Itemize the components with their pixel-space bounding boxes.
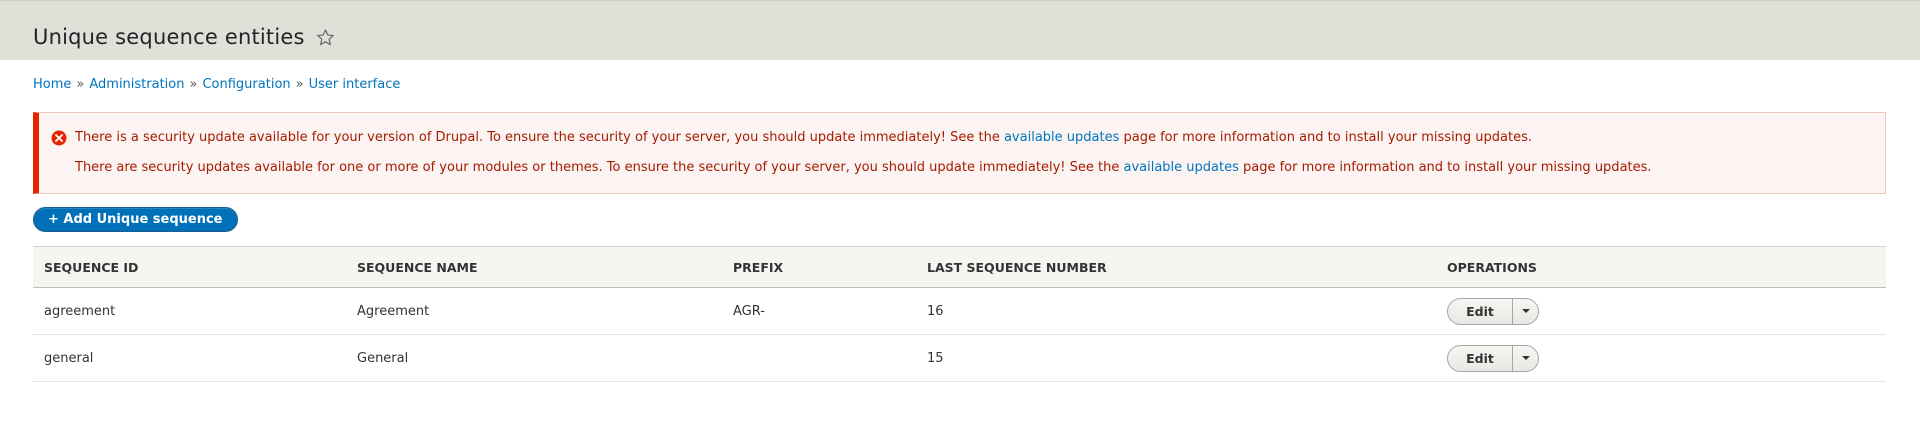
- breadcrumb-separator: »: [295, 77, 304, 92]
- cell-operations: Edit: [1436, 335, 1886, 382]
- breadcrumb-user-interface[interactable]: User interface: [309, 77, 401, 92]
- page-title: Unique sequence entities: [33, 25, 335, 49]
- dropbutton-toggle[interactable]: [1513, 346, 1538, 371]
- cell-operations: Edit: [1436, 288, 1886, 335]
- cell-sequence-name: General: [357, 350, 409, 366]
- available-updates-link[interactable]: available updates: [1123, 160, 1238, 175]
- breadcrumb-home[interactable]: Home: [33, 77, 71, 92]
- cell-last-sequence-number: 15: [927, 350, 944, 366]
- cell-sequence-id: general: [44, 350, 94, 366]
- cell-prefix: AGR-: [733, 303, 765, 319]
- breadcrumb-administration[interactable]: Administration: [89, 77, 184, 92]
- page-header: Unique sequence entities: [0, 0, 1920, 60]
- table-row: agreement Agreement AGR- 16 Edit: [33, 288, 1886, 335]
- cell-sequence-id: agreement: [44, 303, 116, 319]
- chevron-down-icon: [1521, 356, 1530, 360]
- operations-dropbutton: Edit: [1447, 297, 1539, 325]
- cell-sequence-name: Agreement: [357, 303, 430, 319]
- star-outline-icon[interactable]: [316, 28, 335, 47]
- security-message-modules: There are security updates available for…: [75, 160, 1652, 175]
- dropbutton-toggle[interactable]: [1513, 299, 1538, 324]
- cell-last-sequence-number: 16: [927, 303, 944, 319]
- column-header-operations: OPERATIONS: [1447, 259, 1537, 275]
- security-message-core: There is a security update available for…: [75, 130, 1532, 145]
- column-header-prefix: PREFIX: [733, 259, 784, 275]
- add-unique-sequence-button[interactable]: + Add Unique sequence: [33, 207, 238, 232]
- error-circle-icon: [51, 130, 67, 146]
- error-messages: There is a security update available for…: [33, 112, 1886, 194]
- chevron-down-icon: [1521, 309, 1530, 313]
- table-row: general General 15 Edit: [33, 335, 1886, 382]
- breadcrumb-separator: »: [189, 77, 198, 92]
- breadcrumb-configuration[interactable]: Configuration: [202, 77, 290, 92]
- message-text: There is a security update available for…: [75, 130, 1004, 145]
- cell-prefix: [722, 335, 916, 382]
- table-header-row: SEQUENCE ID SEQUENCE NAME PREFIX LAST SE…: [33, 246, 1886, 288]
- sequence-table: SEQUENCE ID SEQUENCE NAME PREFIX LAST SE…: [33, 246, 1886, 382]
- message-text: page for more information and to install…: [1119, 130, 1533, 145]
- column-header-sequence-id: SEQUENCE ID: [44, 259, 139, 275]
- breadcrumb-separator: »: [76, 77, 85, 92]
- edit-button[interactable]: Edit: [1448, 298, 1513, 324]
- edit-button[interactable]: Edit: [1448, 345, 1513, 371]
- page-title-text: Unique sequence entities: [33, 25, 305, 49]
- available-updates-link[interactable]: available updates: [1004, 130, 1119, 145]
- column-header-last-sequence-number: LAST SEQUENCE NUMBER: [927, 259, 1107, 275]
- message-text: page for more information and to install…: [1238, 160, 1652, 175]
- breadcrumb: Home » Administration » Configuration » …: [33, 77, 400, 92]
- column-header-sequence-name: SEQUENCE NAME: [357, 259, 478, 275]
- message-text: There are security updates available for…: [75, 160, 1124, 175]
- operations-dropbutton: Edit: [1447, 344, 1539, 372]
